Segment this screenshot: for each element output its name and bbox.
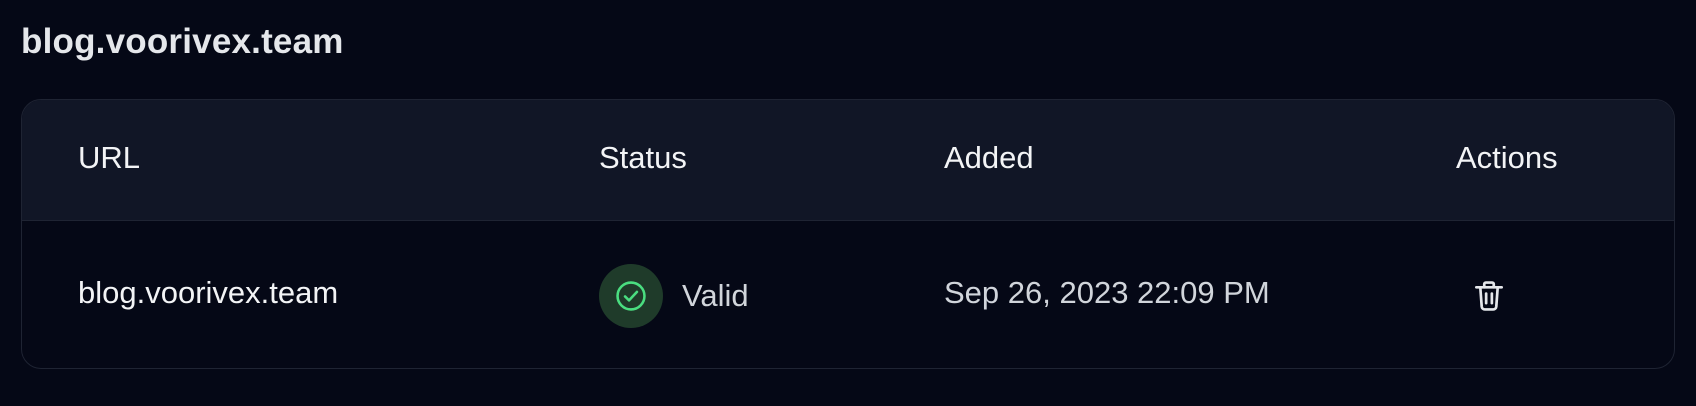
column-header-status: Status [599,140,687,175]
status-cell: Valid [599,264,749,328]
column-header-url: URL [78,140,141,175]
delete-button[interactable] [1469,275,1509,317]
check-circle-icon [616,281,646,311]
column-header-actions: Actions [1456,140,1558,175]
added-date-cell: Sep 26, 2023 22:09 PM [944,275,1270,310]
page-title: blog.voorivex.team [21,22,344,61]
status-badge [599,264,663,328]
status-label: Valid [682,278,749,313]
trash-icon [1474,281,1504,311]
url-cell: blog.voorivex.team [78,275,339,310]
table-header: URL Status Added Actions [22,100,1674,221]
domains-table: URL Status Added Actions blog.voorivex.t… [21,99,1675,369]
table-row: blog.voorivex.team Valid Sep 26, 2023 22… [22,221,1674,368]
column-header-added: Added [944,140,1034,175]
